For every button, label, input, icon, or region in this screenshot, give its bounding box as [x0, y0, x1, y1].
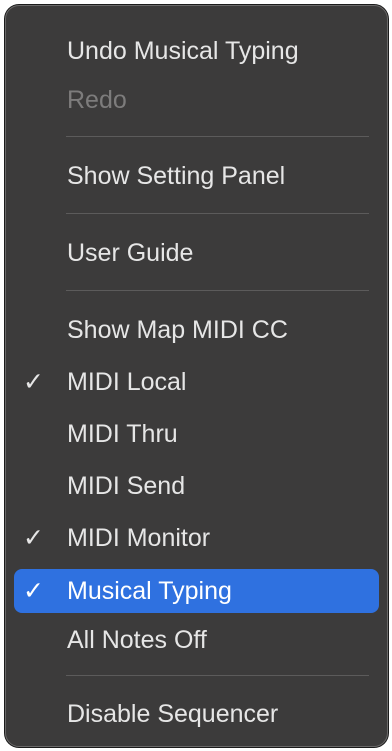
menu-item-label: MIDI Monitor	[67, 524, 211, 552]
menu-item-redo: Redo	[14, 81, 379, 119]
checkmark-icon: ✓	[23, 368, 44, 396]
menu-item-label: MIDI Local	[67, 368, 187, 396]
menu-item-musical-typing[interactable]: ✓ Musical Typing	[14, 569, 379, 613]
menu-item-user-guide[interactable]: User Guide	[14, 234, 379, 272]
checkmark-icon: ✓	[23, 577, 44, 605]
menu-item-label: Disable Sequencer	[67, 700, 279, 728]
menu-item-disable-sequencer[interactable]: Disable Sequencer	[14, 695, 379, 733]
menu-separator	[66, 136, 369, 137]
context-menu: Undo Musical Typing Redo Show Setting Pa…	[5, 5, 388, 747]
menu-item-label: MIDI Send	[67, 472, 186, 500]
menu-item-label: Redo	[67, 86, 127, 114]
menu-item-label: Show Map MIDI CC	[67, 316, 288, 344]
menu-item-label: User Guide	[67, 239, 194, 267]
menu-item-show-setting-panel[interactable]: Show Setting Panel	[14, 157, 379, 195]
menu-item-midi-local[interactable]: ✓ MIDI Local	[14, 363, 379, 401]
menu-item-show-map-midi-cc[interactable]: Show Map MIDI CC	[14, 311, 379, 349]
menu-item-all-notes-off[interactable]: All Notes Off	[14, 621, 379, 659]
menu-item-midi-monitor[interactable]: ✓ MIDI Monitor	[14, 519, 379, 557]
menu-item-label: Undo Musical Typing	[67, 37, 299, 65]
menu-item-label: MIDI Thru	[67, 420, 178, 448]
menu-separator	[66, 213, 369, 214]
menu-item-undo-musical-typing[interactable]: Undo Musical Typing	[14, 32, 379, 70]
menu-item-midi-thru[interactable]: MIDI Thru	[14, 415, 379, 453]
checkmark-icon: ✓	[23, 524, 44, 552]
menu-separator	[66, 675, 369, 676]
menu-item-midi-send[interactable]: MIDI Send	[14, 467, 379, 505]
menu-item-label: Show Setting Panel	[67, 162, 286, 190]
menu-item-label: Musical Typing	[67, 577, 232, 605]
menu-separator	[66, 290, 369, 291]
menu-item-label: All Notes Off	[67, 626, 207, 654]
